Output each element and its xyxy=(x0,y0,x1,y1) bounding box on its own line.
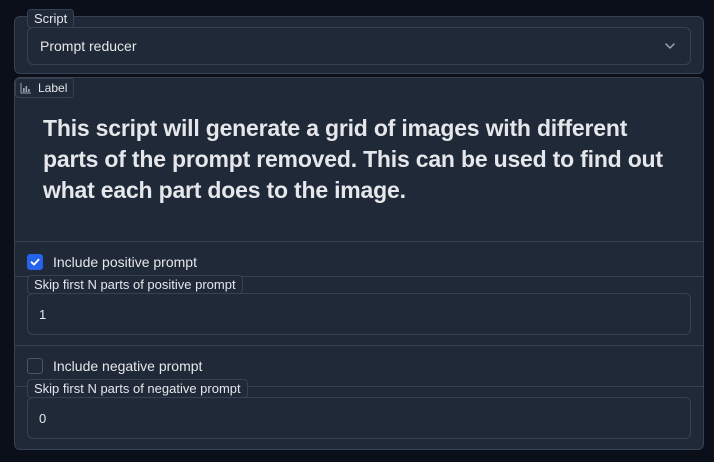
label-badge-text: Label xyxy=(38,81,68,95)
checkbox-checked[interactable] xyxy=(27,254,43,270)
description-text: This script will generate a grid of imag… xyxy=(43,115,663,203)
skip-negative-input[interactable]: 0 xyxy=(27,397,691,439)
chevron-down-icon xyxy=(665,43,675,49)
include-positive-label: Include positive prompt xyxy=(53,254,197,270)
script-dropdown-value: Prompt reducer xyxy=(40,38,137,54)
skip-negative-label: Skip first N parts of negative prompt xyxy=(27,379,248,398)
include-negative-checkbox[interactable]: Include negative prompt xyxy=(27,358,202,374)
script-dropdown[interactable]: Prompt reducer xyxy=(27,27,691,65)
checkmark-icon xyxy=(30,258,40,266)
divider xyxy=(15,345,703,346)
skip-positive-input[interactable]: 1 xyxy=(27,293,691,335)
include-negative-label: Include negative prompt xyxy=(53,358,203,374)
script-label: Script xyxy=(27,9,75,28)
divider xyxy=(15,241,703,242)
skip-positive-value: 1 xyxy=(39,306,47,322)
checkbox-unchecked[interactable] xyxy=(27,358,43,374)
skip-negative-value: 0 xyxy=(39,410,47,426)
chart-icon xyxy=(20,83,31,94)
include-positive-checkbox[interactable]: Include positive prompt xyxy=(27,254,197,270)
skip-positive-label: Skip first N parts of positive prompt xyxy=(27,275,243,294)
label-badge: Label xyxy=(15,78,75,98)
